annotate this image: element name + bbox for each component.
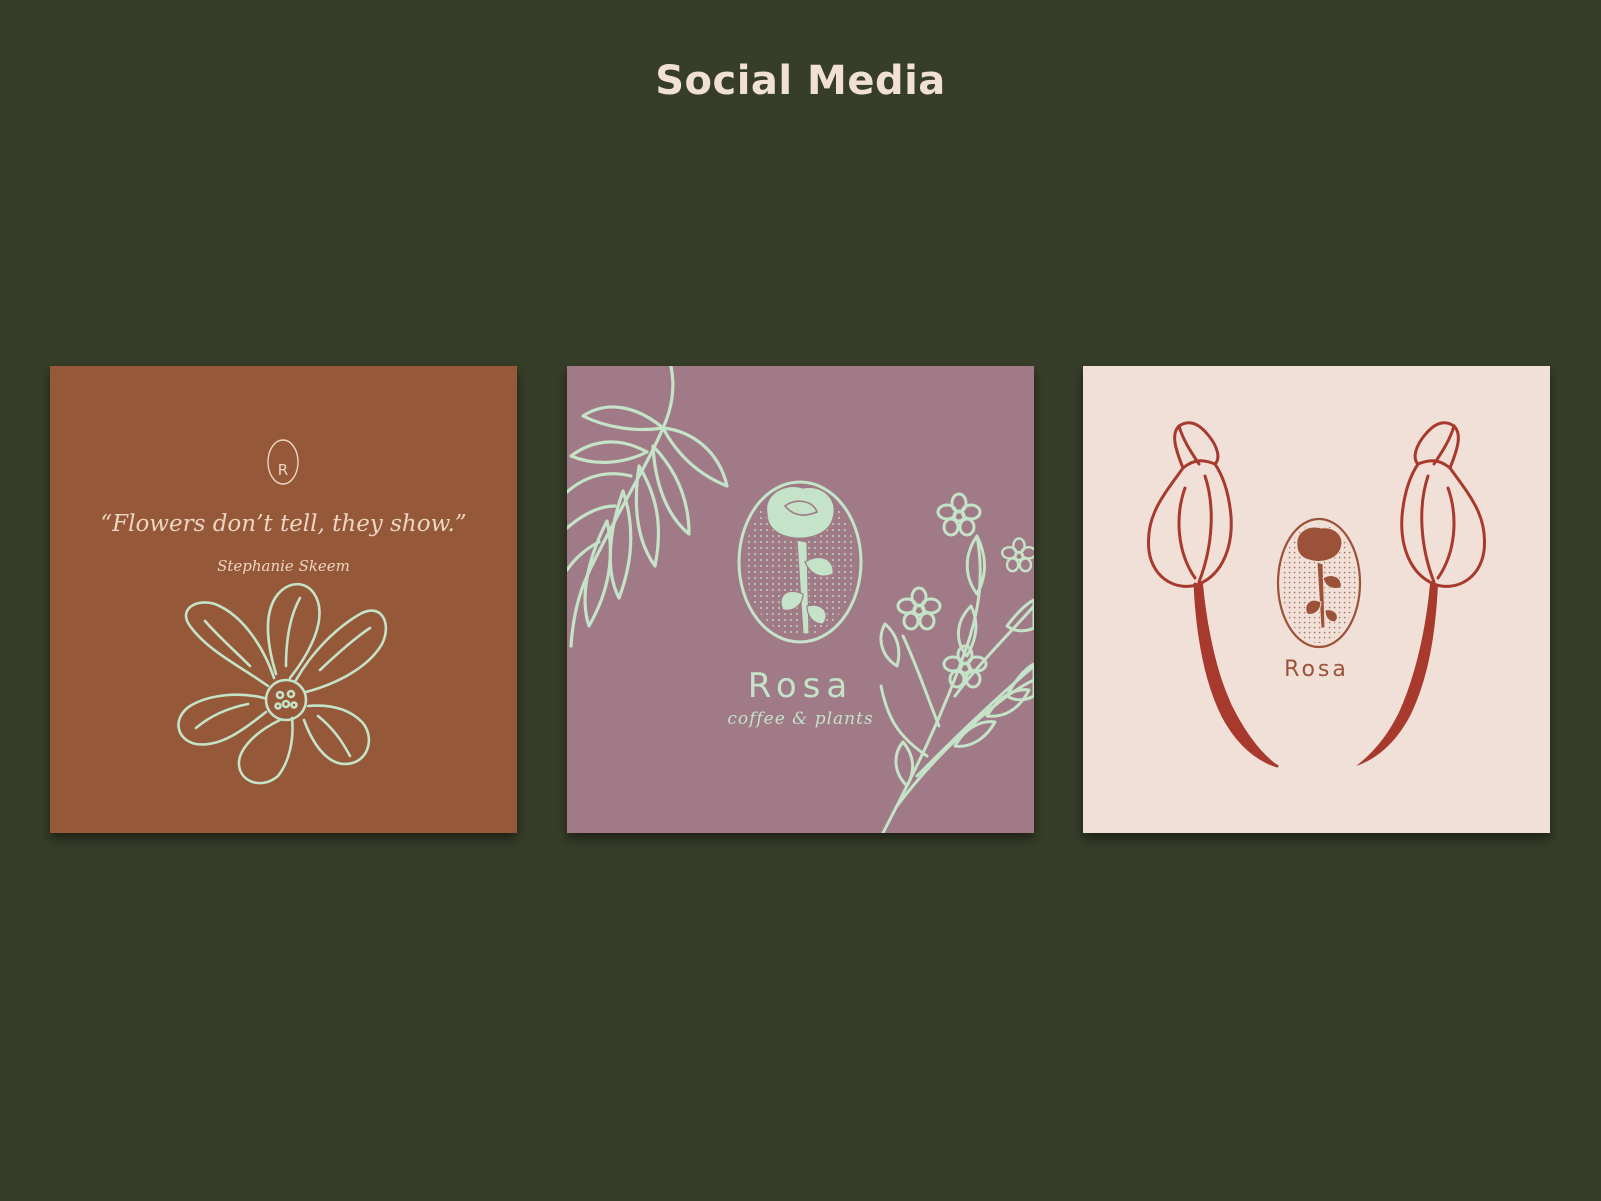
social-post-tulips: Rosa [1083, 366, 1550, 833]
social-post-brand-foliage: Rosa coffee & plants [567, 366, 1034, 833]
brand-name: Rosa [1284, 657, 1349, 682]
brand-name: Rosa [747, 666, 854, 706]
rose-oval-logo-icon [737, 480, 863, 644]
rose-oval-logo-icon [1276, 517, 1362, 649]
social-post-quote: R “Flowers don’t tell, they show.” Steph… [50, 366, 517, 833]
brand-tagline: coffee & plants [727, 709, 874, 729]
flower-illustration-icon [177, 582, 388, 785]
page-title: Social Media [655, 58, 946, 104]
